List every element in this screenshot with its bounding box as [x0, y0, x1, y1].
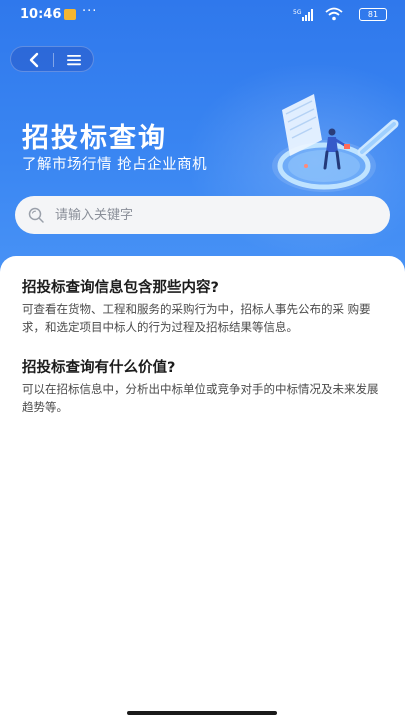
faq-question-1: 招投标查询信息包含那些内容?	[22, 280, 219, 296]
page-title: 招投标查询	[22, 123, 167, 154]
wifi-icon	[325, 7, 343, 21]
more-notifications-icon: ···	[82, 4, 98, 19]
page-subtitle: 了解市场行情 抢占企业商机	[22, 157, 208, 173]
search-input[interactable]	[55, 196, 375, 234]
notification-app-icon	[64, 9, 76, 20]
status-indicators: 5G 81	[277, 7, 387, 23]
status-bar: 10:46 ··· 5G 81	[0, 0, 405, 30]
chevron-left-icon[interactable]	[19, 47, 49, 73]
battery-icon: 81	[359, 8, 387, 21]
status-time: 10:46	[20, 7, 62, 22]
search-bar[interactable]	[15, 196, 390, 234]
hero-banner: 10:46 ··· 5G 81 招投标查询 了解市场行情 抢占企业商机 请输入关…	[0, 0, 405, 290]
menu-icon[interactable]	[59, 47, 89, 73]
network-type-label: 5G	[293, 9, 302, 16]
faq-answer-2: 可以在招标信息中，分析出中标单位或竞争对手的中标情况及未来发展趋势等。	[22, 382, 379, 414]
search-icon	[28, 207, 44, 223]
navigation-capsule	[10, 46, 94, 72]
magnifier-document-illustration	[272, 94, 399, 192]
faq-answer-1: 可查看在货物、工程和服务的采购行为中，招标人事先公布的采 购要求，和选定项目中标…	[22, 302, 371, 334]
cellular-signal-icon: 5G	[293, 9, 313, 21]
faq-question-2: 招投标查询有什么价值?	[22, 360, 176, 376]
faq-card: 招投标查询信息包含那些内容? 可查看在货物、工程和服务的采购行为中，招标人事先公…	[0, 256, 405, 720]
home-indicator[interactable]	[127, 711, 277, 715]
nav-divider	[53, 53, 54, 67]
